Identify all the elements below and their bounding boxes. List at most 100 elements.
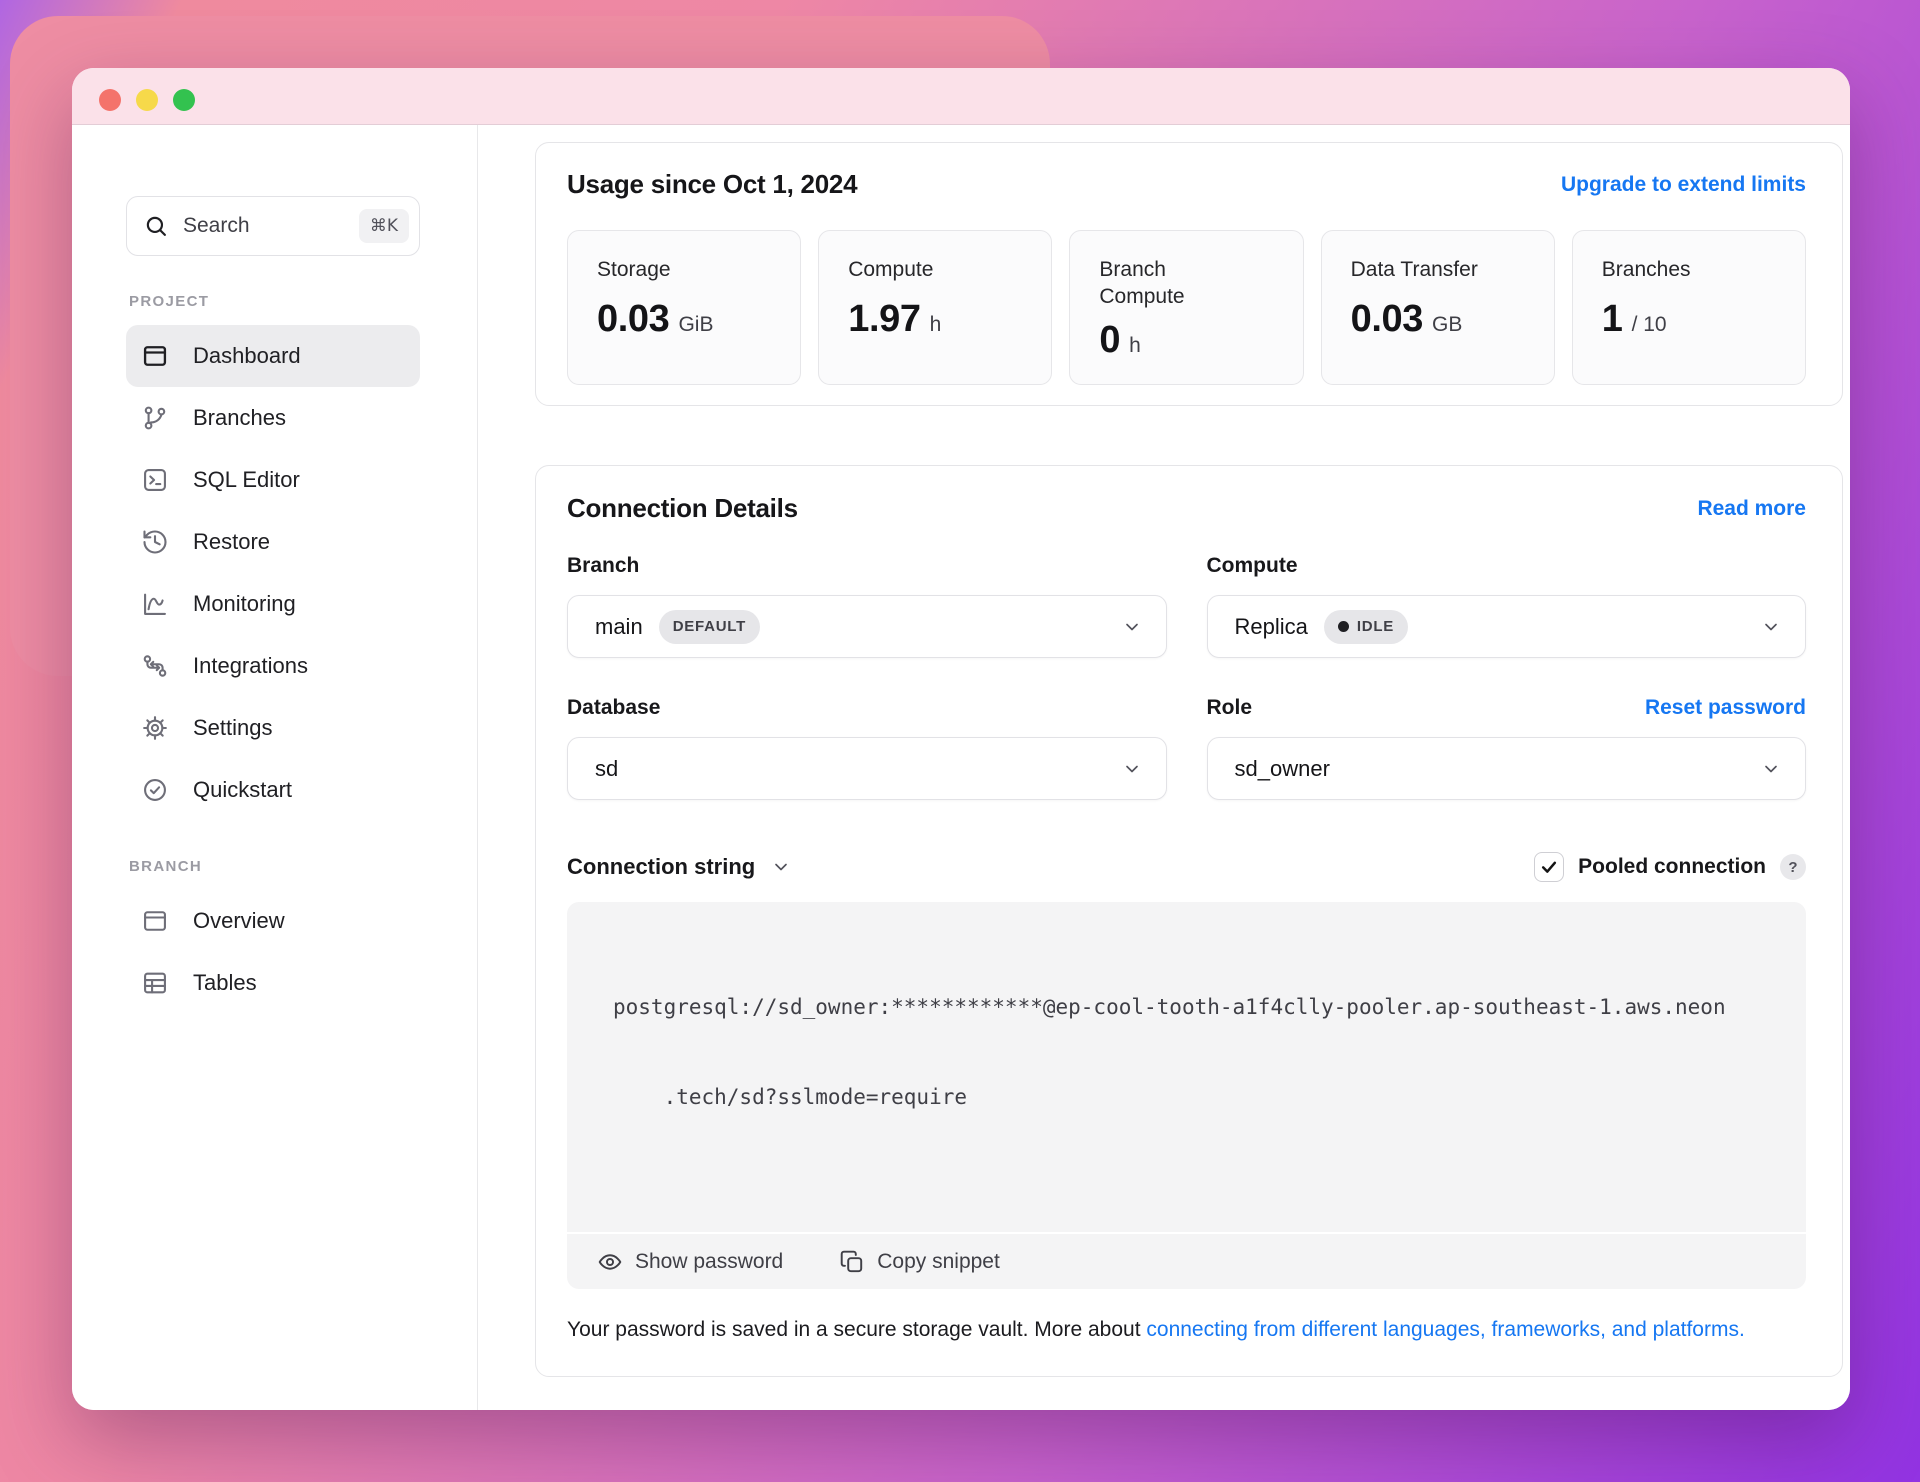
sidebar-section-project: PROJECT (129, 293, 210, 310)
role-label: Role (1206, 696, 1253, 719)
chevron-down-icon (1761, 617, 1781, 637)
table-icon (141, 969, 169, 997)
search-shortcut-badge: ⌘K (358, 209, 409, 243)
connect-docs-link[interactable]: connecting from different languages, fra… (1146, 1318, 1744, 1341)
sidebar: Search ⌘K PROJECT Dashboard Branches SQL… (72, 125, 478, 1410)
git-branch-icon (141, 404, 169, 432)
chevron-down-icon (771, 857, 791, 877)
check-circle-icon (141, 776, 169, 804)
sidebar-section-branch: BRANCH (129, 858, 203, 875)
sidebar-item-label: Restore (193, 529, 271, 554)
database-select[interactable]: sd (567, 737, 1167, 800)
usage-title: Usage since Oct 1, 2024 (567, 169, 858, 199)
role-field: Role Reset password sd_owner (1206, 694, 1806, 800)
window-titlebar (72, 68, 1850, 125)
compute-field: Compute Replica IDLE (1206, 552, 1806, 658)
search-icon (143, 213, 169, 239)
gear-icon (141, 714, 169, 742)
sidebar-item-label: Branches (193, 405, 286, 430)
terminal-icon (141, 466, 169, 494)
usage-card: Usage since Oct 1, 2024 Upgrade to exten… (535, 142, 1843, 406)
sidebar-item-quickstart[interactable]: Quickstart (126, 759, 420, 821)
stat-unit: GiB (678, 313, 714, 337)
copy-icon (839, 1249, 865, 1275)
stat-unit: / 10 (1631, 313, 1667, 337)
search-input[interactable]: Search ⌘K (126, 196, 420, 256)
sidebar-item-restore[interactable]: Restore (126, 511, 420, 573)
upgrade-link[interactable]: Upgrade to extend limits (1561, 173, 1806, 197)
help-icon[interactable]: ? (1780, 854, 1806, 880)
connection-string-box: postgresql://sd_owner:************@ep-co… (567, 902, 1806, 1289)
compute-value: Replica (1234, 613, 1308, 639)
branch-select[interactable]: main DEFAULT (567, 595, 1167, 658)
zoom-button[interactable] (173, 89, 195, 111)
compute-select[interactable]: Replica IDLE (1206, 595, 1806, 658)
show-password-button[interactable]: Show password (597, 1249, 783, 1275)
git-compare-icon (141, 652, 169, 680)
code-actions: Show password Copy snippet (567, 1232, 1806, 1289)
search-placeholder: Search (183, 214, 250, 237)
stat-unit: h (929, 313, 942, 337)
branch-label: Branch (567, 554, 640, 577)
sidebar-item-label: Dashboard (193, 343, 301, 368)
sidebar-item-label: Overview (193, 908, 285, 933)
idle-badge: IDLE (1323, 609, 1409, 644)
eye-icon (597, 1249, 623, 1275)
stat-storage: Storage 0.03 GiB (567, 230, 802, 385)
stat-value: 0.03 (1350, 298, 1424, 341)
sidebar-item-label: Monitoring (193, 591, 296, 616)
chevron-down-icon (1122, 759, 1142, 779)
sidebar-item-label: SQL Editor (193, 467, 300, 492)
connection-string-code: postgresql://sd_owner:************@ep-co… (613, 995, 1726, 1109)
stat-compute: Compute 1.97 h (818, 230, 1053, 385)
copy-snippet-button[interactable]: Copy snippet (839, 1249, 1000, 1275)
main-content: Usage since Oct 1, 2024 Upgrade to exten… (478, 125, 1850, 1410)
read-more-link[interactable]: Read more (1697, 497, 1806, 521)
usage-stats: Storage 0.03 GiB Compute 1.97 h Branch Com… (567, 230, 1806, 385)
sidebar-item-label: Quickstart (193, 777, 293, 802)
stat-branch-compute: Branch Compute 0h (1069, 230, 1304, 385)
stat-branches: Branches 1/ 10 (1571, 230, 1806, 385)
stat-unit: h (1129, 333, 1141, 357)
sidebar-item-dashboard[interactable]: Dashboard (126, 325, 420, 387)
database-label: Database (567, 696, 661, 719)
role-select[interactable]: sd_owner (1206, 737, 1806, 800)
sidebar-item-label: Integrations (193, 653, 308, 678)
sidebar-item-monitoring[interactable]: Monitoring (126, 573, 420, 635)
sidebar-item-integrations[interactable]: Integrations (126, 635, 420, 697)
minimize-button[interactable] (136, 89, 158, 111)
stat-unit: GB (1432, 313, 1463, 337)
chevron-down-icon (1122, 617, 1142, 637)
sidebar-item-branches[interactable]: Branches (126, 387, 420, 449)
default-badge: DEFAULT (658, 609, 760, 644)
app-body: Search ⌘K PROJECT Dashboard Branches SQL… (72, 125, 1850, 1410)
sidebar-item-label: Settings (193, 715, 273, 740)
stat-value: 1 (1601, 298, 1623, 341)
stat-value: 0.03 (597, 298, 670, 341)
password-note: Your password is saved in a secure stora… (567, 1318, 1745, 1341)
app-window: Search ⌘K PROJECT Dashboard Branches SQL… (72, 68, 1850, 1410)
branch-field: Branch main DEFAULT (567, 552, 1167, 658)
sidebar-item-tables[interactable]: Tables (126, 952, 420, 1014)
chart-line-icon (141, 590, 169, 618)
status-dot (1337, 621, 1349, 632)
connection-details-title: Connection Details (567, 493, 798, 523)
history-clock-icon (141, 528, 169, 556)
connection-details-card: Connection Details Read more Branch main… (535, 465, 1843, 1377)
database-field: Database sd (567, 694, 1167, 800)
compute-label: Compute (1206, 554, 1298, 577)
sidebar-item-sql-editor[interactable]: SQL Editor (126, 449, 420, 511)
role-value: sd_owner (1234, 755, 1330, 781)
stat-value: 1.97 (848, 298, 921, 341)
pooled-connection-checkbox[interactable] (1534, 852, 1565, 882)
pooled-connection-group: Pooled connection ? (1534, 852, 1806, 882)
connection-string-toggle[interactable]: Connection string (567, 854, 791, 880)
dashboard-icon (141, 342, 169, 370)
reset-password-link[interactable]: Reset password (1645, 696, 1806, 720)
pooled-connection-label: Pooled connection (1578, 855, 1766, 878)
sidebar-item-settings[interactable]: Settings (126, 697, 420, 759)
stat-value: 0 (1099, 318, 1121, 361)
branch-value: main (595, 613, 643, 639)
close-button[interactable] (99, 89, 121, 111)
sidebar-item-overview[interactable]: Overview (126, 890, 420, 952)
